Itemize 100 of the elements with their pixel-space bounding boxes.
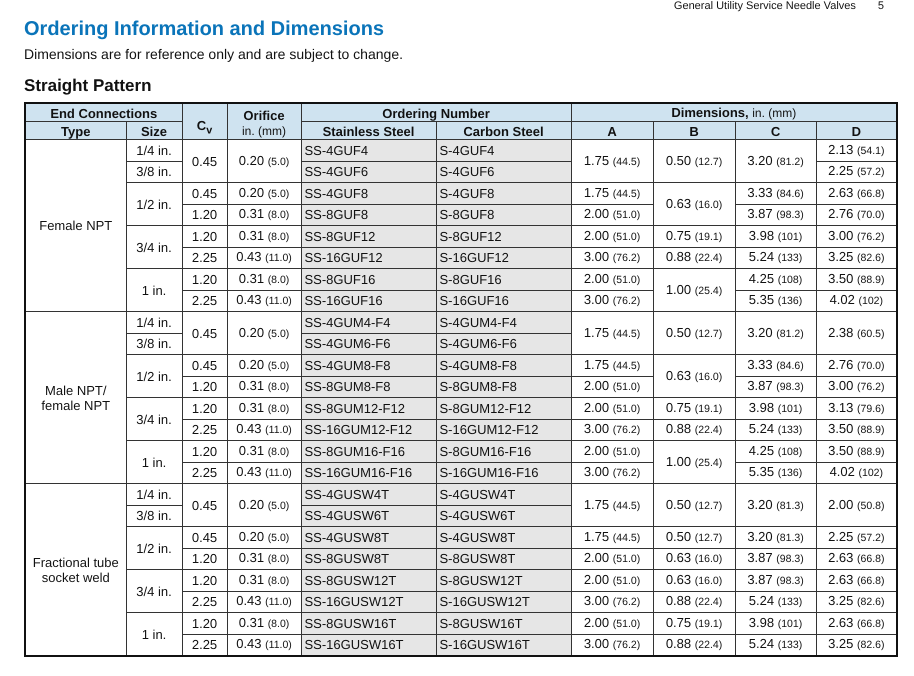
table-cell: 3/4 in. [126, 226, 182, 268]
table-cell: 0.31 (8.0) [227, 268, 302, 290]
table-cell: S-4GUF6 [436, 161, 572, 182]
table-cell: 3.20 (81.3) [735, 484, 816, 526]
table-cell: 0.43 (11.0) [227, 247, 302, 268]
table-cell: SS-8GUF8 [301, 204, 436, 226]
table-cell: Male NPT/ female NPT [25, 312, 126, 484]
table-cell: 5.24 (133) [735, 419, 816, 440]
table-cell: 0.31 (8.0) [227, 440, 302, 462]
column-header: C [735, 122, 816, 140]
column-header: Ordering Number [301, 103, 572, 122]
table-cell: 1.20 [182, 398, 228, 419]
table-cell: SS-16GUSW16T [301, 634, 436, 656]
column-header: Carbon Steel [436, 122, 572, 140]
table-cell: 3.00 (76.2) [571, 591, 654, 612]
table-cell: 0.43 (11.0) [227, 462, 302, 484]
table-cell: 0.31 (8.0) [227, 226, 302, 247]
table-cell: 3.98 (101) [735, 398, 816, 419]
table-cell: 2.00 (51.0) [571, 612, 654, 634]
table-cell: 0.20 (5.0) [227, 484, 302, 526]
table-cell: SS-16GUF12 [301, 247, 436, 268]
column-header: D [816, 122, 898, 140]
table-cell: 0.31 (8.0) [227, 398, 302, 419]
table-cell: 2.25 [182, 419, 228, 440]
table-cell: 1/2 in. [126, 354, 182, 398]
table-cell: 1 in. [126, 440, 182, 484]
table-cell: SS-16GUSW12T [301, 591, 436, 612]
table-cell: 3.87 (98.3) [735, 570, 816, 591]
table-cell: 2.25 [182, 247, 228, 268]
table-cell: 0.63 (16.0) [653, 182, 736, 226]
table-cell: S-16GUM12-F12 [436, 419, 572, 440]
table-cell: 1/4 in. [126, 312, 182, 333]
table-cell: SS-4GUM6-F6 [301, 333, 436, 354]
column-header: Stainless Steel [301, 122, 436, 140]
column-header: Orifice in. (mm) [227, 103, 302, 140]
table-cell: 3.20 (81.2) [735, 312, 816, 354]
table-cell: 1.75 (44.5) [571, 526, 654, 548]
table-cell: S-16GUF16 [436, 290, 572, 312]
table-cell: 3.87 (98.3) [735, 376, 816, 398]
table-cell: 0.63 (16.0) [653, 548, 736, 570]
table-cell: S-4GUF8 [436, 182, 572, 204]
table-cell: SS-4GUSW6T [301, 505, 436, 526]
table-cell: 2.25 [182, 462, 228, 484]
table-cell: 3.98 (101) [735, 612, 816, 634]
table-cell: 0.31 (8.0) [227, 548, 302, 570]
table-cell: 1.75 (44.5) [571, 182, 654, 204]
table-cell: S-8GUSW8T [436, 548, 572, 570]
table-cell: S-8GUM8-F8 [436, 376, 572, 398]
table-cell: 0.45 [182, 526, 228, 548]
section-heading: Straight Pattern [24, 76, 153, 96]
table-cell: 2.25 [182, 290, 228, 312]
table-cell: 0.43 (11.0) [227, 591, 302, 612]
table-cell: 1.20 [182, 548, 228, 570]
table-cell: 1.75 (44.5) [571, 354, 654, 376]
table-cell: S-4GUM8-F8 [436, 354, 572, 376]
table-cell: 1.20 [182, 204, 228, 226]
note-text: Dimensions are for reference only and are subject to change. [24, 46, 404, 62]
table-cell: SS-4GUF8 [301, 182, 436, 204]
table-cell: 0.50 (12.7) [653, 484, 736, 526]
table-cell: S-4GUSW4T [436, 484, 572, 505]
table-cell: SS-8GUSW8T [301, 548, 436, 570]
table-cell: 0.31 (8.0) [227, 376, 302, 398]
table-cell: S-4GUSW8T [436, 526, 572, 548]
table-cell: 0.45 [182, 484, 228, 526]
table-cell: 2.25 [182, 591, 228, 612]
table-cell: S-4GUM6-F6 [436, 333, 572, 354]
table-cell: 3.98 (101) [735, 226, 816, 247]
table-cell: S-4GUM4-F4 [436, 312, 572, 333]
table-cell: SS-8GUM12-F12 [301, 398, 436, 419]
table-cell: 2.00 (51.0) [571, 548, 654, 570]
table-cell: 1.20 [182, 612, 228, 634]
table-cell: 0.45 [182, 354, 228, 376]
table-cell: SS-16GUF16 [301, 290, 436, 312]
table-cell: SS-8GUF12 [301, 226, 436, 247]
table-cell: SS-4GUM4-F4 [301, 312, 436, 333]
table-cell: 0.75 (19.1) [653, 612, 736, 634]
table-cell: 4.25 (108) [735, 440, 816, 462]
table-cell: 2.00 (51.0) [571, 226, 654, 247]
table-cell: 0.20 (5.0) [227, 140, 302, 182]
table-cell: 5.35 (136) [735, 462, 816, 484]
table-cell: 1/2 in. [126, 526, 182, 570]
table-cell: S-16GUM16-F16 [436, 462, 572, 484]
table-cell: S-4GUSW6T [436, 505, 572, 526]
table-cell: 0.88 (22.4) [653, 419, 736, 440]
table-cell: 1.20 [182, 570, 228, 591]
table-cell: 0.45 [182, 182, 228, 204]
table-cell: 0.31 (8.0) [227, 612, 302, 634]
table-cell: 3/4 in. [126, 398, 182, 440]
table-cell: 1.20 [182, 440, 228, 462]
table-cell: S-16GUF12 [436, 247, 572, 268]
table-cell: S-16GUSW12T [436, 591, 572, 612]
table-cell: 0.50 (12.7) [653, 140, 736, 182]
table-cell: SS-8GUM16-F16 [301, 440, 436, 462]
table-cell: 0.20 (5.0) [227, 182, 302, 204]
table-cell: 1/2 in. [126, 182, 182, 226]
table-cell: 0.45 [182, 140, 228, 182]
table-cell: SS-8GUSW12T [301, 570, 436, 591]
table-cell: 5.35 (136) [735, 290, 816, 312]
table-cell: 0.45 [182, 312, 228, 354]
table-cell: S-4GUF4 [436, 140, 572, 161]
